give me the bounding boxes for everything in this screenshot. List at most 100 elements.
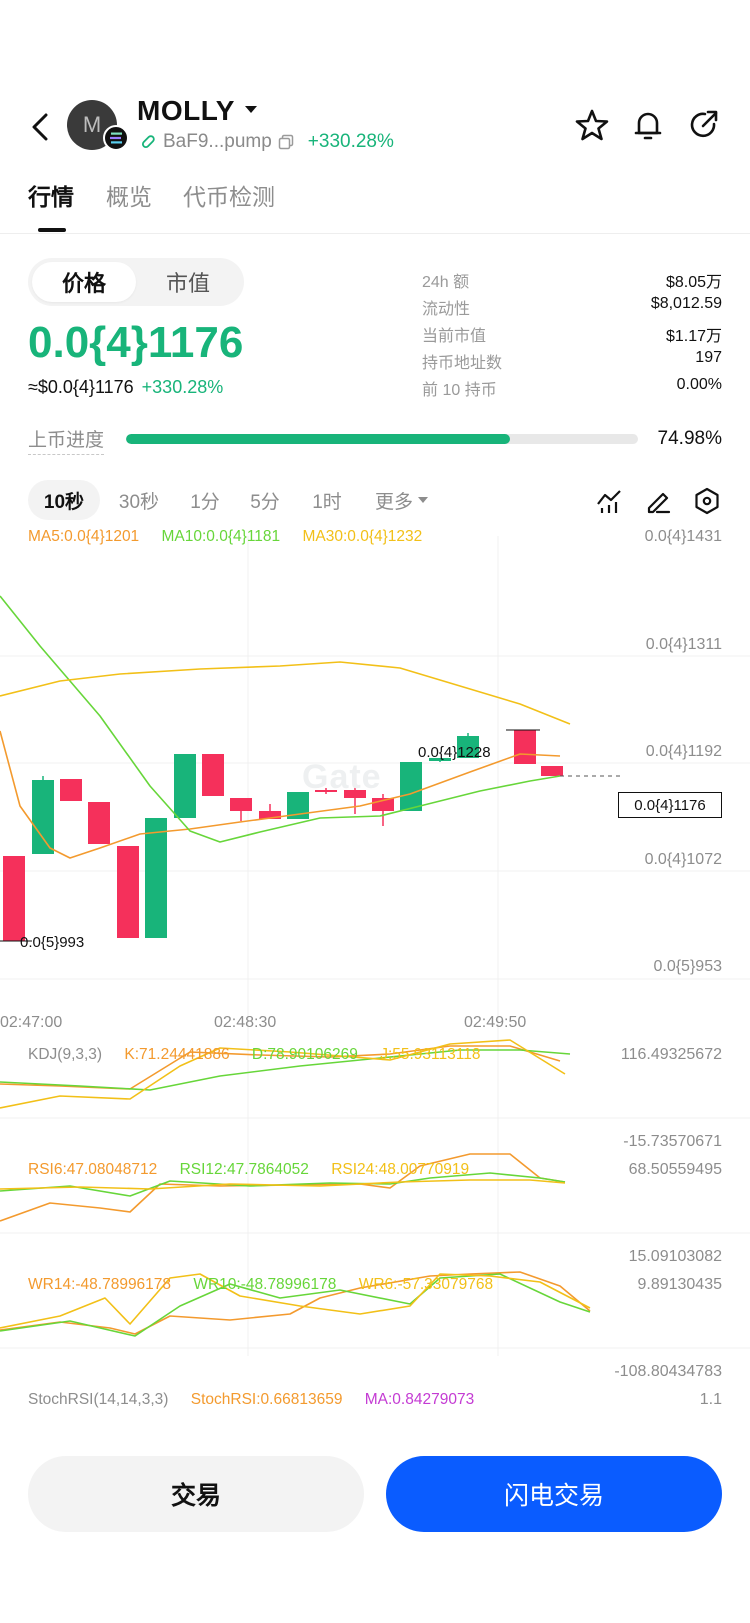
page-tabs: 行情 概览 代币检测 (0, 178, 750, 234)
stat-label: 前 10 持币 (422, 382, 497, 399)
back-arrow-icon[interactable] (26, 109, 56, 145)
token-stats: 24h 额 $8.05万 流动性 $8,012.59 当前市值 $1.17万 持… (422, 268, 722, 403)
stat-label: 24h 额 (422, 274, 470, 291)
candle-body (230, 798, 252, 811)
rsi24: RSI24:48.00770919 (331, 1161, 470, 1178)
stat-row: 持币地址数 197 (422, 349, 722, 376)
kdj-name: KDJ(9,3,3) (28, 1046, 103, 1063)
rsi-legend: RSI6:47.08048712 RSI12:47.7864052 RSI24:… (28, 1161, 487, 1179)
interval-selector: 10秒 30秒 1分 5分 1时 更多 (0, 480, 750, 524)
contract-address: BaF9...pump (163, 131, 272, 152)
ma30-value: MA30:0.0{4}1232 (302, 528, 423, 545)
toggle-price[interactable]: 价格 (32, 262, 136, 302)
time-axis-label: 02:49:50 (464, 1014, 527, 1031)
wr-legend: WR14:-48.78996178 WR10:-48.78996178 WR6:… (28, 1276, 511, 1294)
candle-body (174, 754, 196, 818)
active-tab-indicator (38, 228, 66, 232)
token-name[interactable]: MOLLY (137, 95, 235, 127)
kline-chart[interactable]: Gate MA5:0.0{4}1201 MA10:0.0{4}1181 MA30… (0, 528, 750, 1426)
ma10-line (0, 595, 561, 843)
candle-body (541, 766, 563, 776)
tab-token-check[interactable]: 代币检测 (183, 178, 275, 212)
current-price-tag: 0.0{4}1176 (618, 792, 722, 818)
ma5-value: MA5:0.0{4}1201 (28, 528, 140, 545)
bell-icon[interactable] (630, 107, 666, 143)
price-axis-label: 0.0{4}1192 (645, 743, 722, 760)
token-header: M MOLLY BaF9...pump +330.28% (0, 95, 750, 155)
candle-body (145, 818, 167, 938)
ma30-line (0, 661, 571, 725)
wr-axis-bottom: -108.80434783 (614, 1363, 722, 1380)
time-axis-label: 02:48:30 (214, 1014, 277, 1031)
rsi24-line (0, 1179, 566, 1190)
current-price: 0.0{4}1176 (28, 318, 244, 367)
stochrsi-legend: StochRSI(14,14,3,3) StochRSI:0.66813659 … (28, 1391, 492, 1409)
stat-row: 24h 额 $8.05万 (422, 268, 722, 295)
stochrsi-axis-top: 1.1 (699, 1391, 722, 1408)
price-change-percent: +330.28% (141, 377, 224, 397)
chevron-down-icon[interactable] (244, 105, 258, 115)
gate-watermark: Gate (302, 758, 382, 796)
toggle-market-cap[interactable]: 市值 (136, 262, 240, 302)
candle-body (3, 856, 25, 941)
rsi12: RSI12:47.7864052 (179, 1161, 309, 1178)
price-axis-label: 0.0{5}953 (653, 958, 722, 975)
copy-icon[interactable] (278, 134, 294, 150)
tab-market[interactable]: 行情 (28, 178, 74, 212)
caret-down-icon (418, 497, 428, 503)
listing-progress-fill (126, 434, 510, 444)
rsi6: RSI6:47.08048712 (28, 1161, 158, 1178)
ma10-value: MA10:0.0{4}1181 (161, 528, 281, 545)
flash-trade-button[interactable]: 闪电交易 (386, 1456, 722, 1532)
candle-body (60, 779, 82, 801)
stat-value: $8.05万 (665, 274, 722, 291)
kdj-k: K:71.24441886 (124, 1046, 230, 1063)
interval-5m[interactable]: 5分 (247, 480, 283, 520)
interval-1h[interactable]: 1时 (309, 480, 345, 520)
star-icon[interactable] (574, 107, 610, 143)
interval-1m[interactable]: 1分 (187, 480, 223, 520)
stat-label: 持币地址数 (422, 355, 503, 372)
interval-30s[interactable]: 30秒 (114, 480, 164, 520)
header-change-percent: +330.28% (307, 131, 394, 152)
price-axis-label: 0.0{4}1072 (644, 851, 722, 868)
stat-value: 197 (695, 349, 722, 366)
interval-more[interactable]: 更多 (372, 480, 432, 520)
high-price-label: 0.0{4}1228 (418, 744, 491, 761)
stat-value: $8,012.59 (650, 295, 722, 312)
interval-more-label: 更多 (374, 491, 413, 513)
contract-address-row: BaF9...pump +330.28% (139, 131, 394, 153)
share-icon[interactable] (686, 107, 722, 143)
indicator-icon[interactable] (594, 486, 624, 516)
candle-body (88, 802, 110, 844)
stat-value: $1.17万 (665, 328, 722, 345)
stochrsi-name: StochRSI(14,14,3,3) (28, 1391, 169, 1408)
interval-10s[interactable]: 10秒 (28, 480, 100, 520)
stochrsi-ma: MA:0.84279073 (364, 1391, 475, 1408)
price-marketcap-toggle: 价格 市值 (28, 258, 244, 306)
usd-price-row: ≈$0.0{4}1176 +330.28% (28, 377, 223, 398)
link-icon (141, 135, 155, 149)
wr-axis-top: 9.89130435 (637, 1276, 722, 1293)
kdj-j: J:55.93113118 (380, 1046, 481, 1063)
kdj-legend: KDJ(9,3,3) K:71.24441886 D:78.90106269 J… (28, 1046, 498, 1064)
tab-overview[interactable]: 概览 (106, 178, 152, 212)
rsi-axis-top: 68.50559495 (628, 1161, 722, 1178)
time-axis-label: 02:47:00 (0, 1014, 63, 1031)
stochrsi-value: StochRSI:0.66813659 (190, 1391, 343, 1408)
settings-hexagon-icon[interactable] (692, 486, 722, 516)
price-axis-label: 0.0{4}1431 (644, 528, 722, 545)
wr6: WR6:-57.33079768 (358, 1276, 494, 1293)
low-price-label: 0.0{5}993 (20, 934, 85, 951)
candle-body (32, 780, 54, 854)
stat-label: 流动性 (422, 301, 471, 318)
usd-price: ≈$0.0{4}1176 (28, 377, 134, 397)
wr10: WR10:-48.78996178 (193, 1276, 337, 1293)
kdj-axis-top: 116.49325672 (620, 1046, 722, 1063)
candle-body (117, 846, 139, 938)
listing-progress-bar (126, 434, 638, 444)
kdj-axis-bottom: -15.73570671 (623, 1133, 722, 1150)
listing-progress-label[interactable]: 上币进度 (28, 425, 105, 455)
trade-button[interactable]: 交易 (28, 1456, 364, 1532)
draw-pen-icon[interactable] (643, 486, 673, 516)
